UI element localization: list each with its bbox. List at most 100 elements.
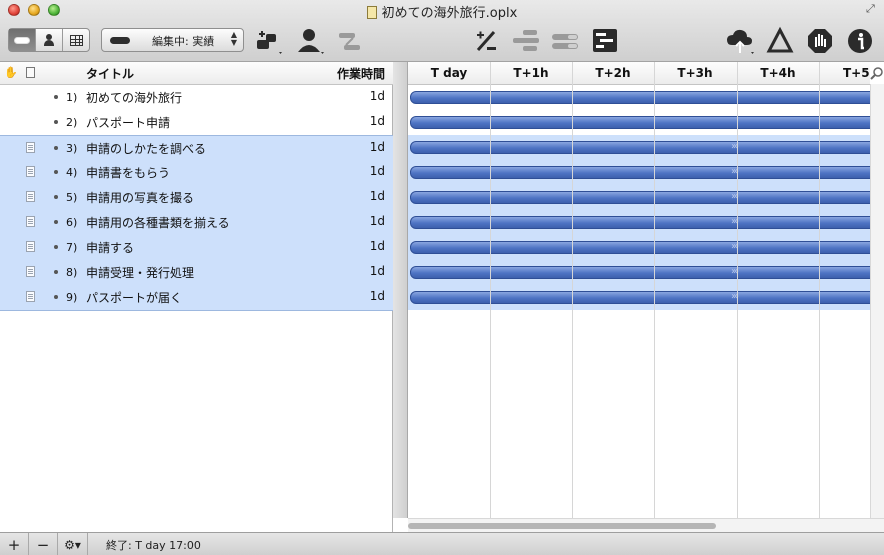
task-duration[interactable]: 1d (370, 264, 385, 278)
task-title[interactable]: 申請用の各種書類を揃える (86, 214, 230, 231)
task-bar[interactable]: ››› (410, 141, 870, 154)
baseline-popup[interactable]: 編集中: 実績 ▲ ▼ (101, 28, 244, 52)
horizontal-scrollbar[interactable] (408, 518, 884, 532)
level-resources-button[interactable] (550, 26, 580, 56)
window-title: 初めての海外旅行.oplx (0, 2, 884, 21)
selection-bottom-border (0, 310, 393, 311)
cloud-upload-icon (727, 29, 754, 54)
row-bullet[interactable] (54, 95, 58, 99)
row-bullet[interactable] (54, 195, 58, 199)
violation-column-icon[interactable]: ✋ (4, 67, 18, 79)
task-duration[interactable]: 1d (370, 214, 385, 228)
task-duration[interactable]: 1d (370, 189, 385, 203)
task-view-button[interactable] (9, 29, 36, 51)
outline-header: ✋ タイトル 作業時間 (0, 62, 393, 85)
timeline-gridline (572, 62, 573, 518)
note-icon[interactable] (26, 241, 35, 252)
gantt-row: ››› (408, 160, 870, 185)
task-title[interactable]: パスポート申請 (86, 114, 170, 131)
vertical-scrollbar[interactable] (870, 84, 884, 518)
note-column-icon[interactable] (26, 67, 35, 78)
task-title[interactable]: 初めての海外旅行 (86, 89, 182, 106)
violations-button[interactable] (805, 26, 835, 56)
note-icon[interactable] (26, 291, 35, 302)
percent-complete-icon (476, 31, 496, 51)
task-bar[interactable]: ››› (410, 191, 870, 204)
task-bar[interactable]: ››› (410, 241, 870, 254)
add-task-icon (257, 31, 282, 54)
add-resource-button[interactable] (295, 26, 325, 56)
task-row[interactable]: 2) パスポート申請 1d (0, 110, 393, 135)
remove-button[interactable]: − (29, 533, 58, 555)
add-dependency-button[interactable] (334, 26, 364, 56)
task-duration[interactable]: 1d (370, 289, 385, 303)
horizontal-scroll-thumb[interactable] (408, 523, 716, 529)
task-duration[interactable]: 1d (370, 89, 385, 103)
row-bullet[interactable] (54, 220, 58, 224)
change-tracking-button[interactable] (765, 26, 795, 56)
task-row[interactable]: 5) 申請用の写真を撮る 1d (0, 185, 393, 210)
report-button[interactable] (590, 26, 620, 56)
inspector-button[interactable] (845, 26, 875, 56)
zoom-icon[interactable] (870, 66, 884, 80)
timeline-column-label: T+2h (595, 66, 631, 80)
note-icon[interactable] (26, 216, 35, 227)
row-bullet[interactable] (54, 270, 58, 274)
task-duration[interactable]: 1d (370, 140, 385, 154)
row-bullet[interactable] (54, 245, 58, 249)
percent-complete-button[interactable] (471, 26, 501, 56)
note-icon[interactable] (26, 142, 35, 153)
task-title[interactable]: パスポートが届く (86, 289, 182, 306)
task-bar[interactable]: ››› (410, 166, 870, 179)
task-row[interactable]: 8) 申請受理・発行処理 1d (0, 260, 393, 285)
note-icon[interactable] (26, 266, 35, 277)
task-bar[interactable]: ››› (410, 216, 870, 229)
calendar-grid-icon (69, 34, 83, 46)
dependency-icon (339, 33, 360, 50)
task-title[interactable]: 申請のしかたを調べる (86, 140, 206, 157)
task-row[interactable]: 1) 初めての海外旅行 1d (0, 85, 393, 110)
task-duration[interactable]: 1d (370, 239, 385, 253)
status-bar: + − ⚙▾ 終了: T day 17:00 (0, 532, 884, 555)
task-title[interactable]: 申請書をもらう (86, 164, 170, 181)
task-title[interactable]: 申請する (86, 239, 134, 256)
action-menu-button[interactable]: ⚙▾ (58, 533, 88, 555)
add-resource-icon (298, 29, 324, 54)
title-column-header[interactable]: タイトル (86, 65, 134, 82)
task-bar[interactable] (410, 91, 870, 104)
timeline-gridline (490, 62, 491, 518)
task-row[interactable]: 9) パスポートが届く 1d (0, 285, 393, 310)
task-row[interactable]: 4) 申請書をもらう 1d (0, 160, 393, 185)
task-duration[interactable]: 1d (370, 164, 385, 178)
timeline-gridline (737, 62, 738, 518)
row-bullet[interactable] (54, 295, 58, 299)
row-bullet[interactable] (54, 120, 58, 124)
pane-splitter[interactable] (393, 62, 408, 518)
task-bar[interactable] (410, 116, 870, 129)
publish-button[interactable] (725, 26, 755, 56)
task-bar[interactable]: ››› (410, 291, 870, 304)
task-duration[interactable]: 1d (370, 114, 385, 128)
task-outline: ✋ タイトル 作業時間 1) 初めての海外旅行 1d 2) パスポート申請 1d… (0, 62, 393, 532)
add-button[interactable]: + (0, 533, 29, 555)
task-title[interactable]: 申請用の写真を撮る (86, 189, 194, 206)
fullscreen-icon[interactable]: ⤢ (866, 3, 878, 15)
note-icon[interactable] (26, 166, 35, 177)
task-row[interactable]: 7) 申請する 1d (0, 235, 393, 260)
timeline-column-label: T+4h (760, 66, 796, 80)
note-icon[interactable] (26, 191, 35, 202)
resource-view-button[interactable] (36, 29, 63, 51)
row-bullet[interactable] (54, 170, 58, 174)
row-bullet[interactable] (54, 146, 58, 150)
network-view-button[interactable] (63, 29, 89, 51)
duration-column-header[interactable]: 作業時間 (337, 65, 385, 82)
group-tasks-button[interactable] (511, 26, 541, 56)
task-row[interactable]: 6) 申請用の各種書類を揃える 1d (0, 210, 393, 235)
task-row[interactable]: 3) 申請のしかたを調べる 1d (0, 135, 393, 160)
stop-hand-icon (808, 29, 832, 53)
task-title[interactable]: 申請受理・発行処理 (86, 264, 194, 281)
gantt-row: ››› (408, 285, 870, 310)
task-bar[interactable]: ››› (410, 266, 870, 279)
add-task-button[interactable] (253, 26, 283, 56)
timeline-column-label: T+5 (843, 66, 870, 80)
